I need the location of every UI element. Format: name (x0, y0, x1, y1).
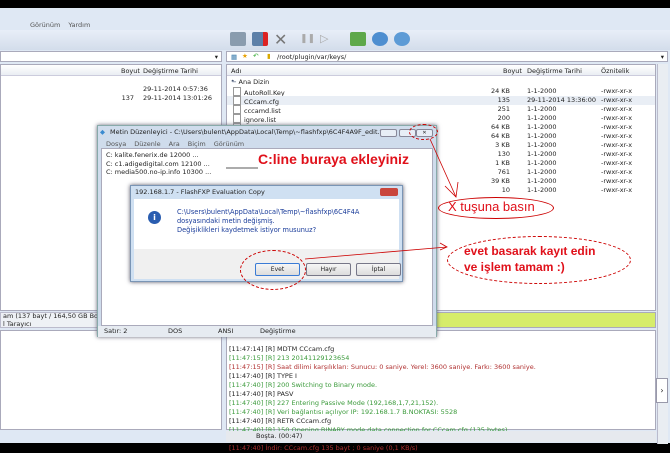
annotation-evet: evet basarak kayıt edin ve işlem tamam :) (464, 244, 596, 274)
evet-highlight (240, 250, 306, 290)
annotation-cline: C:line buraya ekleyiniz (258, 151, 409, 167)
annotation-arrows (226, 138, 459, 260)
annotation-xbtn: X tuşuna basın (448, 199, 535, 214)
close-highlight (409, 124, 438, 140)
